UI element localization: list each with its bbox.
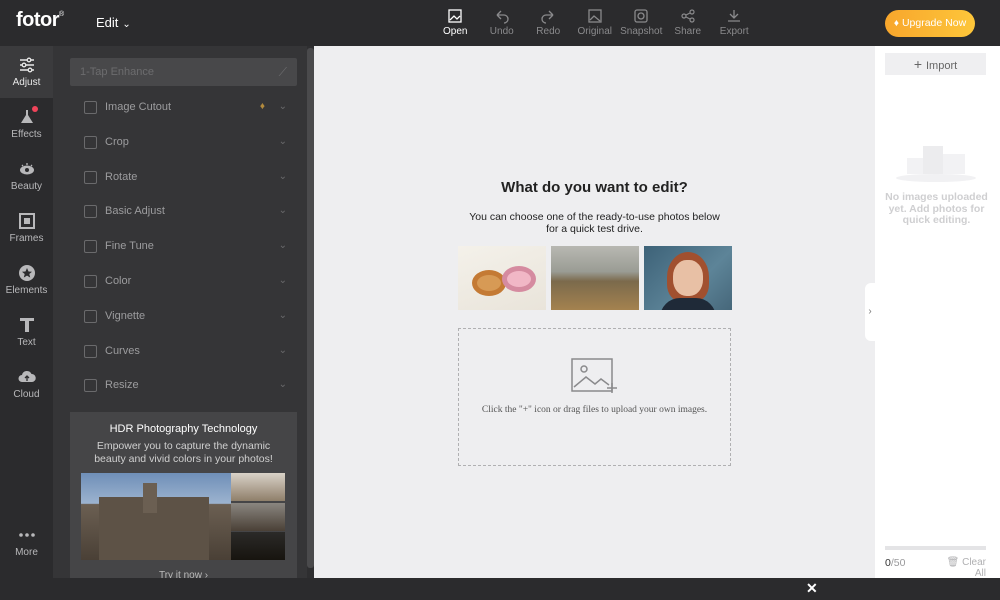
promo-hdr-image xyxy=(81,473,231,560)
star-icon xyxy=(18,265,35,281)
empty-gallery-illustration xyxy=(896,146,976,182)
rail-item-frames[interactable]: Frames xyxy=(0,202,53,254)
empty-tray-text: No images uploaded yet. Add photos for q… xyxy=(885,191,988,226)
rail-item-text[interactable]: Text xyxy=(0,306,53,358)
fine-tune-icon xyxy=(84,240,97,254)
adjust-menu: Image Cutout ♦ ⌄ Crop ⌄ Rotate ⌄ Basic A… xyxy=(70,90,297,403)
frame-icon xyxy=(18,213,35,229)
upgrade-button[interactable]: ♦ Upgrade Now xyxy=(885,10,975,37)
chevron-down-icon: ⌄ xyxy=(122,19,131,30)
rail-item-elements[interactable]: Elements xyxy=(0,254,53,306)
resize-icon xyxy=(84,379,97,393)
diamond-icon: ♦ xyxy=(893,18,899,29)
chevron-down-icon: ⌄ xyxy=(278,379,287,391)
bottom-bar: ✕ xyxy=(0,578,1000,600)
fotor-logo[interactable]: fotor® xyxy=(16,9,64,32)
close-icon[interactable]: ✕ xyxy=(806,580,818,597)
image-open-icon xyxy=(448,9,462,23)
sample-photo-landscape[interactable] xyxy=(551,246,639,310)
chevron-down-icon: ⌄ xyxy=(278,170,287,182)
adjust-panel: 1-Tap Enhance ⟋ Image Cutout ♦ ⌄ Crop ⌄ … xyxy=(53,46,307,581)
menu-item-color[interactable]: Color ⌄ xyxy=(70,264,297,299)
top-bar: fotor® Edit ⌄ Open Undo Redo Original Sna… xyxy=(0,0,1000,46)
snapshot-button[interactable]: Snapshot xyxy=(618,8,665,37)
notification-dot xyxy=(32,106,38,112)
basic-adjust-icon xyxy=(84,205,97,219)
eye-icon xyxy=(19,163,34,175)
clear-all-button[interactable]: 🗑 Clear All xyxy=(934,557,986,579)
share-button[interactable]: Share xyxy=(665,8,712,37)
collapse-right-panel-button[interactable]: › xyxy=(865,283,875,341)
redo-icon xyxy=(541,10,554,24)
promo-title: HDR Photography Technology xyxy=(109,423,258,435)
menu-item-resize[interactable]: Resize ⌄ xyxy=(70,368,297,403)
undo-button[interactable]: Undo xyxy=(479,8,526,37)
image-tray: + Import No images uploaded yet. Add phot… xyxy=(875,46,1000,579)
open-button[interactable]: Open xyxy=(432,8,479,37)
upload-drop-zone[interactable]: Click the "+" icon or drag files to uplo… xyxy=(458,328,731,466)
chevron-down-icon: ⌄ xyxy=(278,101,287,112)
toolbar: Open Undo Redo Original Snapshot Share E… xyxy=(432,8,758,37)
export-button[interactable]: Export xyxy=(711,8,758,37)
canvas-title: What do you want to edit? xyxy=(501,179,688,196)
premium-diamond-icon: ♦ xyxy=(259,101,265,112)
hdr-promo-card: HDR Photography Technology Empower you t… xyxy=(70,412,297,581)
cloud-icon xyxy=(18,370,36,382)
text-icon xyxy=(19,318,34,332)
menu-item-curves[interactable]: Curves ⌄ xyxy=(70,334,297,369)
add-image-icon[interactable] xyxy=(571,357,619,395)
vignette-icon xyxy=(84,309,97,323)
menu-item-rotate[interactable]: Rotate ⌄ xyxy=(70,160,297,195)
promo-description: Empower you to capture the dynamic beaut… xyxy=(94,440,273,465)
menu-item-crop[interactable]: Crop ⌄ xyxy=(70,125,297,160)
undo-icon xyxy=(496,10,509,24)
original-button[interactable]: Original xyxy=(572,8,619,37)
chevron-down-icon: ⌄ xyxy=(278,135,287,147)
share-icon xyxy=(681,9,695,23)
more-icon xyxy=(18,533,35,537)
menu-item-vignette[interactable]: Vignette ⌄ xyxy=(70,299,297,334)
rail-item-more[interactable]: More xyxy=(0,516,53,568)
magic-wand-icon: ⟋ xyxy=(278,65,287,79)
original-icon xyxy=(588,9,602,23)
sample-photos xyxy=(458,246,737,310)
rail-item-beauty[interactable]: Beauty xyxy=(0,150,53,202)
chevron-down-icon: ⌄ xyxy=(278,205,287,217)
plus-icon: + xyxy=(913,56,922,72)
canvas-subtitle: You can choose one of the ready-to-use p… xyxy=(469,211,720,235)
panel-scrollbar[interactable] xyxy=(307,46,314,578)
crop-icon xyxy=(84,135,97,149)
upload-capacity-bar xyxy=(885,546,986,550)
chevron-down-icon: ⌄ xyxy=(278,344,287,356)
sliders-icon xyxy=(19,57,34,73)
left-rail: Adjust Effects Beauty Frames Elements Te… xyxy=(0,46,53,578)
editor-canvas: What do you want to edit? You can choose… xyxy=(314,46,875,578)
rail-item-cloud[interactable]: Cloud xyxy=(0,358,53,410)
one-tap-enhance-button[interactable]: 1-Tap Enhance ⟋ xyxy=(70,58,297,86)
chevron-down-icon: ⌄ xyxy=(278,240,287,252)
menu-item-fine-tune[interactable]: Fine Tune ⌄ xyxy=(70,229,297,264)
menu-item-basic-adjust[interactable]: Basic Adjust ⌄ xyxy=(70,194,297,229)
trash-icon: 🗑 xyxy=(946,557,960,568)
rail-item-adjust[interactable]: Adjust xyxy=(0,46,53,98)
edit-menu[interactable]: Edit ⌄ xyxy=(96,15,131,30)
rotate-icon xyxy=(84,170,97,184)
color-icon xyxy=(84,274,97,288)
curves-icon xyxy=(84,344,97,358)
sample-photo-donuts[interactable] xyxy=(458,246,546,310)
menu-item-image-cutout[interactable]: Image Cutout ♦ ⌄ xyxy=(70,90,297,125)
export-icon xyxy=(728,10,741,22)
chevron-right-icon: › xyxy=(868,306,872,317)
chevron-down-icon: ⌄ xyxy=(278,274,287,286)
drop-zone-text: Click the "+" icon or drag files to uplo… xyxy=(481,405,708,415)
import-button[interactable]: + Import xyxy=(885,53,986,75)
cutout-icon xyxy=(84,101,97,114)
chevron-down-icon: ⌄ xyxy=(278,309,287,321)
redo-button[interactable]: Redo xyxy=(525,8,572,37)
promo-thumbnails xyxy=(231,473,285,560)
sample-photo-portrait[interactable] xyxy=(644,246,732,310)
snapshot-icon xyxy=(634,9,648,23)
image-count: 0/50 xyxy=(885,557,906,569)
rail-item-effects[interactable]: Effects xyxy=(0,98,53,150)
